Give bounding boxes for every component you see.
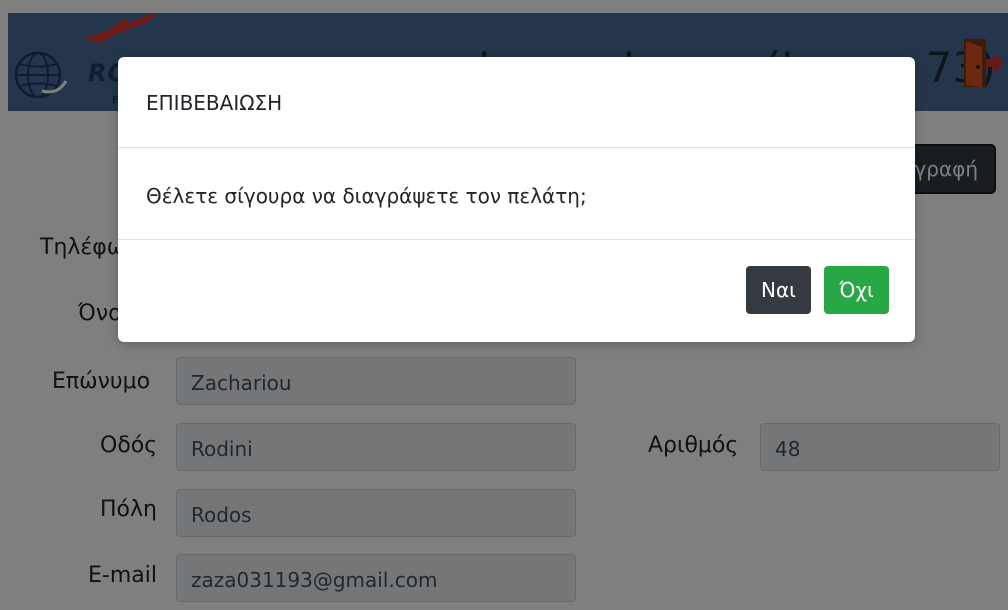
- dialog-message: Θέλετε σίγουρα να διαγράψετε τον πελάτη;: [146, 184, 587, 208]
- dialog-title: ΕΠΙΒΕΒΑΙΩΣΗ: [146, 91, 283, 115]
- no-button[interactable]: Όχι: [824, 266, 889, 314]
- yes-button[interactable]: Ναι: [746, 266, 811, 314]
- app-window: RO FLY Lorem Ipsum (Lorem 73) Διαγραφή Τ…: [0, 0, 1008, 610]
- dialog-header: ΕΠΙΒΕΒΑΙΩΣΗ: [118, 57, 915, 148]
- dialog-body: Θέλετε σίγουρα να διαγράψετε τον πελάτη;: [118, 148, 915, 240]
- dialog-footer: Ναι Όχι: [118, 240, 915, 342]
- confirm-dialog: ΕΠΙΒΕΒΑΙΩΣΗ Θέλετε σίγουρα να διαγράψετε…: [118, 57, 915, 342]
